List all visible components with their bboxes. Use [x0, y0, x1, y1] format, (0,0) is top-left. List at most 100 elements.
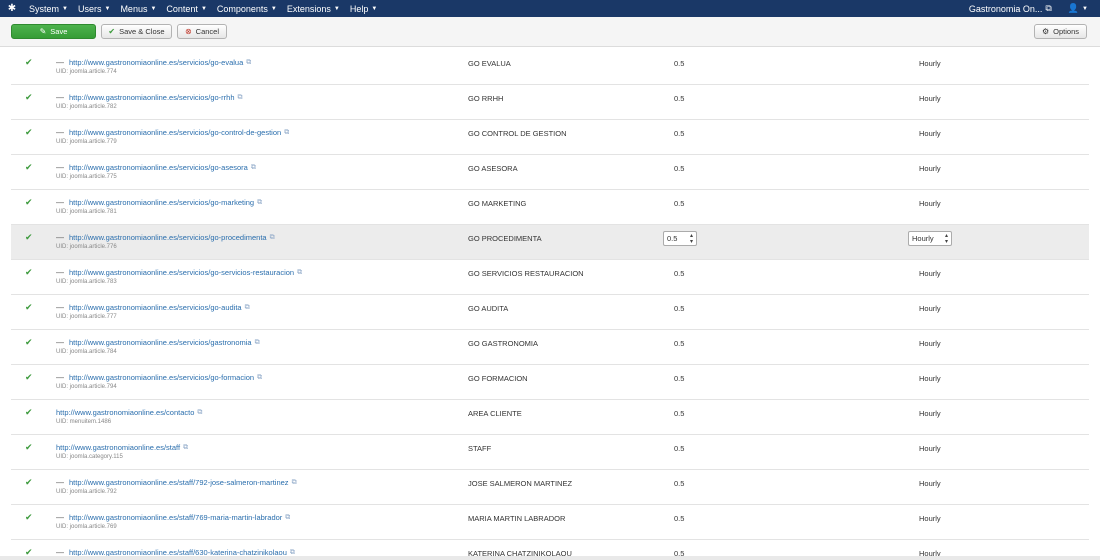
table-row[interactable]: ✔ — http://www.gastronomiaonline.es/servic…: [11, 330, 1089, 365]
site-link[interactable]: Gastronomia On... ⧉: [961, 3, 1060, 14]
item-priority[interactable]: 0.5: [674, 339, 684, 348]
menu-help[interactable]: Help ▼: [345, 4, 382, 14]
menu-menus[interactable]: Menus ▼: [115, 4, 161, 14]
menu-components[interactable]: Components ▼: [212, 4, 282, 14]
item-frequency[interactable]: Hourly: [919, 339, 941, 348]
item-priority[interactable]: 0.5: [674, 514, 684, 523]
external-link-icon[interactable]: ⧉: [255, 339, 260, 347]
item-url-link[interactable]: http://www.gastronomiaonline.es/servicio…: [69, 233, 267, 242]
published-check-icon[interactable]: ✔: [25, 477, 33, 488]
item-frequency[interactable]: Hourly: [919, 199, 941, 208]
table-row[interactable]: ✔ — http://www.gastronomiaonline.es/servic…: [11, 50, 1089, 85]
menu-system[interactable]: System ▼: [24, 4, 73, 14]
table-row[interactable]: ✔ — http://www.gastronomiaonline.es/servic…: [11, 120, 1089, 155]
item-priority[interactable]: 0.5: [674, 199, 684, 208]
table-row[interactable]: ✔ http://www.gastronomiaonline.es/staff ⧉ U…: [11, 435, 1089, 470]
published-check-icon[interactable]: ✔: [25, 92, 33, 103]
item-url-link[interactable]: http://www.gastronomiaonline.es/servicio…: [69, 303, 242, 312]
external-link-icon[interactable]: ⧉: [246, 59, 251, 67]
cancel-button[interactable]: ⊗ Cancel: [177, 24, 227, 39]
external-link-icon[interactable]: ⧉: [245, 304, 250, 312]
options-button[interactable]: ⚙ Options: [1034, 24, 1087, 39]
save-button[interactable]: ✎ Save: [11, 24, 96, 39]
menu-users[interactable]: Users ▼: [73, 4, 115, 14]
published-check-icon[interactable]: ✔: [25, 302, 33, 313]
item-url-link[interactable]: http://www.gastronomiaonline.es/contacto: [56, 408, 194, 417]
menu-extensions[interactable]: Extensions ▼: [282, 4, 345, 14]
item-url-link[interactable]: http://www.gastronomiaonline.es/servicio…: [69, 163, 248, 172]
item-url-link[interactable]: http://www.gastronomiaonline.es/servicio…: [69, 58, 243, 67]
item-frequency[interactable]: Hourly: [919, 514, 941, 523]
published-check-icon[interactable]: ✔: [25, 267, 33, 278]
item-frequency[interactable]: Hourly: [919, 269, 941, 278]
table-row[interactable]: ✔ — http://www.gastronomiaonline.es/servic…: [11, 365, 1089, 400]
published-check-icon[interactable]: ✔: [25, 127, 33, 138]
published-check-icon[interactable]: ✔: [25, 372, 33, 383]
item-priority[interactable]: 0.5: [674, 94, 684, 103]
item-frequency[interactable]: Hourly: [919, 129, 941, 138]
table-row[interactable]: ✔ — http://www.gastronomiaonline.es/staff/…: [11, 505, 1089, 540]
external-link-icon[interactable]: ⧉: [238, 94, 243, 102]
item-url-link[interactable]: http://www.gastronomiaonline.es/servicio…: [69, 373, 254, 382]
published-check-icon[interactable]: ✔: [25, 232, 33, 243]
table-row[interactable]: ✔ — http://www.gastronomiaonline.es/servic…: [11, 85, 1089, 120]
external-link-icon[interactable]: ⧉: [297, 269, 302, 277]
user-menu[interactable]: 👤 ▼: [1060, 3, 1100, 14]
published-check-icon[interactable]: ✔: [25, 512, 33, 523]
priority-select[interactable]: 0.5 ▴ ▾: [663, 231, 697, 246]
item-priority[interactable]: 0.5: [674, 269, 684, 278]
published-check-icon[interactable]: ✔: [25, 162, 33, 173]
external-link-icon[interactable]: ⧉: [285, 514, 290, 522]
external-link-icon[interactable]: ⧉: [257, 199, 262, 207]
item-frequency[interactable]: Hourly: [919, 479, 941, 488]
external-link-icon[interactable]: ⧉: [270, 234, 275, 242]
item-uid: UID: joomla.category.115: [56, 454, 123, 460]
external-link-icon[interactable]: ⧉: [257, 374, 262, 382]
table-row[interactable]: ✔ — http://www.gastronomiaonline.es/servic…: [11, 225, 1089, 260]
item-priority[interactable]: 0.5: [674, 304, 684, 313]
frequency-select[interactable]: Hourly ▴ ▾: [908, 231, 952, 246]
item-url-link[interactable]: http://www.gastronomiaonline.es/servicio…: [69, 338, 252, 347]
item-priority[interactable]: 0.5: [674, 409, 684, 418]
published-check-icon[interactable]: ✔: [25, 442, 33, 453]
item-priority[interactable]: 0.5: [674, 59, 684, 68]
item-url-link[interactable]: http://www.gastronomiaonline.es/servicio…: [69, 128, 281, 137]
item-url-link[interactable]: http://www.gastronomiaonline.es/servicio…: [69, 198, 254, 207]
table-row[interactable]: ✔ — http://www.gastronomiaonline.es/servic…: [11, 190, 1089, 225]
external-link-icon[interactable]: ⧉: [292, 479, 297, 487]
item-url-link[interactable]: http://www.gastronomiaonline.es/servicio…: [69, 93, 235, 102]
item-frequency[interactable]: Hourly: [919, 374, 941, 383]
item-url-link[interactable]: http://www.gastronomiaonline.es/staff/79…: [69, 478, 289, 487]
save-close-button[interactable]: ✔ Save & Close: [101, 24, 172, 39]
item-frequency[interactable]: Hourly: [919, 409, 941, 418]
published-check-icon[interactable]: ✔: [25, 57, 33, 68]
item-frequency[interactable]: Hourly: [919, 164, 941, 173]
table-row[interactable]: ✔ — http://www.gastronomiaonline.es/servic…: [11, 260, 1089, 295]
menu-content[interactable]: Content ▼: [161, 4, 211, 14]
item-priority[interactable]: 0.5: [674, 164, 684, 173]
horizontal-scrollbar[interactable]: [0, 556, 1100, 560]
table-row[interactable]: ✔ http://www.gastronomiaonline.es/contact…: [11, 400, 1089, 435]
published-check-icon[interactable]: ✔: [25, 197, 33, 208]
item-frequency[interactable]: Hourly: [919, 59, 941, 68]
item-url-link[interactable]: http://www.gastronomiaonline.es/staff: [56, 443, 180, 452]
published-check-icon[interactable]: ✔: [25, 337, 33, 348]
item-frequency[interactable]: Hourly: [919, 304, 941, 313]
published-check-icon[interactable]: ✔: [25, 407, 33, 418]
item-frequency[interactable]: Hourly: [919, 94, 941, 103]
table-row[interactable]: ✔ — http://www.gastronomiaonline.es/servic…: [11, 155, 1089, 190]
item-priority[interactable]: 0.5: [674, 444, 684, 453]
item-priority[interactable]: 0.5: [674, 129, 684, 138]
table-row[interactable]: ✔ — http://www.gastronomiaonline.es/servic…: [11, 295, 1089, 330]
external-link-icon[interactable]: ⧉: [284, 129, 289, 137]
table-row[interactable]: ✔ — http://www.gastronomiaonline.es/staff/…: [11, 470, 1089, 505]
external-link-icon[interactable]: ⧉: [183, 444, 188, 452]
joomla-logo-icon[interactable]: ✱: [0, 0, 24, 17]
item-frequency[interactable]: Hourly: [919, 444, 941, 453]
external-link-icon[interactable]: ⧉: [197, 409, 202, 417]
item-priority[interactable]: 0.5: [674, 479, 684, 488]
external-link-icon[interactable]: ⧉: [251, 164, 256, 172]
item-url-link[interactable]: http://www.gastronomiaonline.es/servicio…: [69, 268, 294, 277]
item-priority[interactable]: 0.5: [674, 374, 684, 383]
item-url-link[interactable]: http://www.gastronomiaonline.es/staff/76…: [69, 513, 282, 522]
